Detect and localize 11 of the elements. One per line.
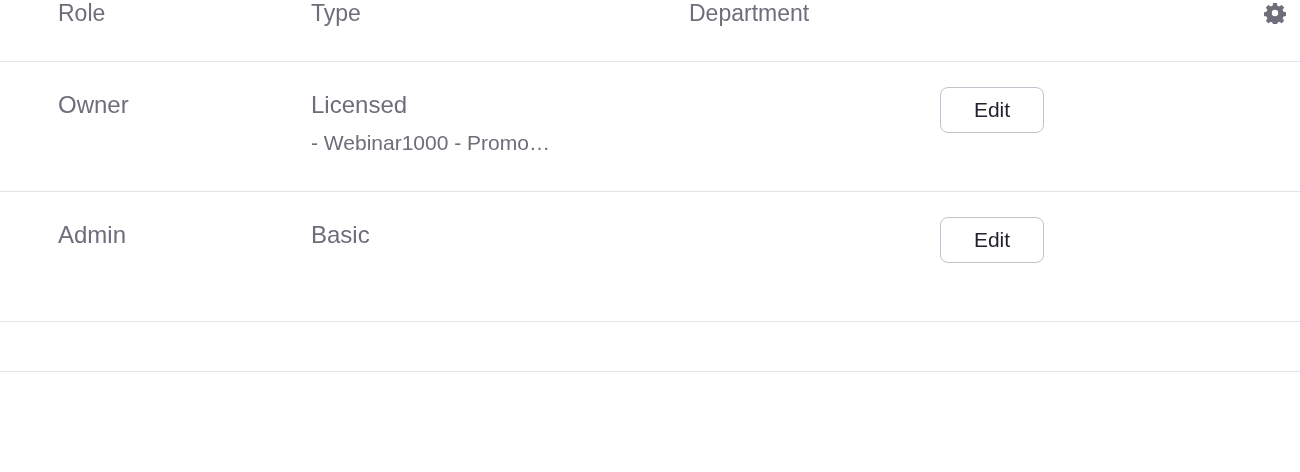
- table-cell-text: Basic: [311, 220, 370, 250]
- column-header: Role: [58, 0, 107, 26]
- table-cell: Owner: [58, 91, 129, 118]
- column-header: Department: [689, 0, 811, 26]
- edit-button[interactable]: Edit: [940, 217, 1044, 263]
- settings-icon[interactable]: [1264, 2, 1286, 24]
- table-cell-text: Licensed: [311, 90, 408, 120]
- column-header: Type: [311, 0, 362, 26]
- table-cell: Admin: [58, 221, 127, 248]
- table-cell-text: - Webinar1000 - Promo…: [311, 130, 550, 156]
- edit-button[interactable]: Edit: [940, 87, 1044, 133]
